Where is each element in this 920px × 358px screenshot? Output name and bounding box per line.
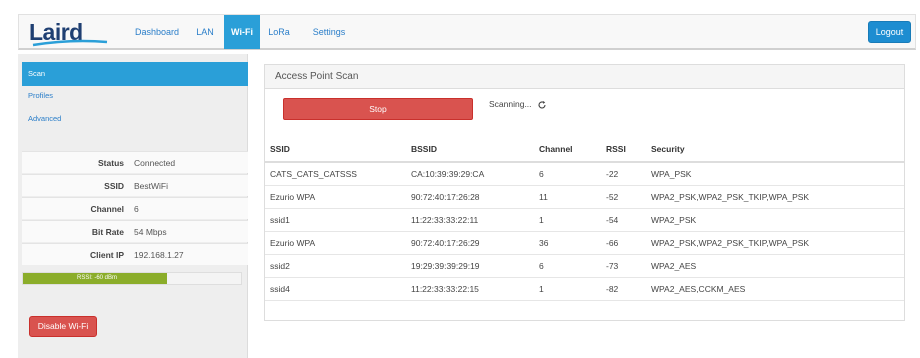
rssi-label: RSSI: -60 dBm xyxy=(76,275,117,281)
sidebar-item-advanced[interactable]: Advanced xyxy=(22,109,248,129)
cell-bssid: 90:72:40:17:26:28 xyxy=(411,185,539,209)
bitrate-label: Bit Rate xyxy=(91,227,124,237)
scanning-text: Scanning... xyxy=(489,99,532,109)
sidebar-item-scan[interactable]: Scan xyxy=(22,62,248,86)
cell-security: WPA2_AES,CCKM_AES xyxy=(651,277,904,301)
cell-security: WPA_PSK xyxy=(651,162,904,186)
bitrate-value: 54 Mbps xyxy=(134,227,167,237)
status-value: Connected xyxy=(134,158,176,168)
ssid-row: SSID BestWiFi xyxy=(22,174,248,196)
sidebar: Scan Profiles Advanced Status Connected … xyxy=(18,54,248,358)
panel-title: Access Point Scan xyxy=(265,65,904,89)
sidebar-item-profiles[interactable]: Profiles xyxy=(22,86,248,106)
logout-button[interactable]: Logout xyxy=(868,21,911,43)
channel-label: Channel xyxy=(90,204,124,214)
access-point-scan-panel: Access Point Scan Stop Scanning... SSID … xyxy=(264,64,905,321)
cell-ssid: ssid1 xyxy=(265,208,411,232)
channel-row: Channel 6 xyxy=(22,197,248,219)
table-row[interactable]: ssid4 11:22:33:33:22:15 1 -82 WPA2_AES,C… xyxy=(265,277,904,301)
scan-results-table: SSID BSSID Channel RSSI Security CATS_CA… xyxy=(265,137,904,301)
top-navbar: Laird Dashboard LAN Wi-Fi LoRa Settings … xyxy=(18,14,916,50)
bitrate-row: Bit Rate 54 Mbps xyxy=(22,220,248,242)
stop-scan-button[interactable]: Stop xyxy=(283,98,473,120)
cell-bssid: 11:22:33:33:22:11 xyxy=(411,208,539,232)
header-rssi[interactable]: RSSI xyxy=(606,137,651,163)
status-row: Status Connected xyxy=(22,151,248,173)
cell-bssid: 90:72:40:17:26:29 xyxy=(411,231,539,255)
cell-channel: 6 xyxy=(539,162,606,186)
cell-bssid: CA:10:39:39:29:CA xyxy=(411,162,539,186)
channel-value: 6 xyxy=(134,204,139,214)
logo-swoosh-icon xyxy=(32,39,108,47)
nav-settings[interactable]: Settings xyxy=(309,15,349,49)
table-row[interactable]: CATS_CATS_CATSSS CA:10:39:39:29:CA 6 -22… xyxy=(265,162,904,186)
nav-lora[interactable]: LoRa xyxy=(264,15,294,49)
cell-channel: 1 xyxy=(539,208,606,232)
header-ssid[interactable]: SSID xyxy=(265,137,411,163)
rssi-progress-bar: RSSI: -60 dBm xyxy=(22,272,242,285)
cell-rssi: -73 xyxy=(606,254,651,278)
cell-rssi: -54 xyxy=(606,208,651,232)
header-bssid[interactable]: BSSID xyxy=(411,137,539,163)
cell-rssi: -22 xyxy=(606,162,651,186)
status-label: Status xyxy=(98,158,124,168)
scanning-status: Scanning... xyxy=(489,99,547,110)
nav-dashboard[interactable]: Dashboard xyxy=(131,15,183,49)
cell-bssid: 11:22:33:33:22:15 xyxy=(411,277,539,301)
table-row[interactable]: Ezurio WPA 90:72:40:17:26:29 36 -66 WPA2… xyxy=(265,231,904,255)
client-ip-label: Client IP xyxy=(89,250,124,260)
header-security[interactable]: Security xyxy=(651,137,904,163)
cell-channel: 1 xyxy=(539,277,606,301)
cell-security: WPA2_AES xyxy=(651,254,904,278)
cell-security: WPA2_PSK,WPA2_PSK_TKIP,WPA_PSK xyxy=(651,231,904,255)
cell-ssid: ssid4 xyxy=(265,277,411,301)
cell-channel: 6 xyxy=(539,254,606,278)
disable-wifi-button[interactable]: Disable Wi-Fi xyxy=(29,316,97,337)
nav-lan[interactable]: LAN xyxy=(191,15,219,49)
table-row[interactable]: ssid1 11:22:33:33:22:11 1 -54 WPA2_PSK xyxy=(265,208,904,232)
client-ip-value: 192.168.1.27 xyxy=(134,250,184,260)
ssid-label: SSID xyxy=(104,181,124,191)
client-ip-row: Client IP 192.168.1.27 xyxy=(22,243,248,265)
table-row[interactable]: Ezurio WPA 90:72:40:17:26:28 11 -52 WPA2… xyxy=(265,185,904,209)
refresh-spinner-icon xyxy=(538,100,546,109)
cell-security: WPA2_PSK,WPA2_PSK_TKIP,WPA_PSK xyxy=(651,185,904,209)
cell-channel: 11 xyxy=(539,185,606,209)
ssid-value: BestWiFi xyxy=(134,181,168,191)
table-row[interactable]: ssid2 19:29:39:39:29:19 6 -73 WPA2_AES xyxy=(265,254,904,278)
header-channel[interactable]: Channel xyxy=(539,137,606,163)
cell-bssid: 19:29:39:39:29:19 xyxy=(411,254,539,278)
cell-ssid: CATS_CATS_CATSSS xyxy=(265,162,411,186)
cell-ssid: ssid2 xyxy=(265,254,411,278)
nav-wifi[interactable]: Wi-Fi xyxy=(224,15,260,49)
cell-rssi: -52 xyxy=(606,185,651,209)
table-header-row: SSID BSSID Channel RSSI Security xyxy=(265,137,904,163)
cell-security: WPA2_PSK xyxy=(651,208,904,232)
cell-channel: 36 xyxy=(539,231,606,255)
cell-rssi: -66 xyxy=(606,231,651,255)
cell-ssid: Ezurio WPA xyxy=(265,185,411,209)
cell-rssi: -82 xyxy=(606,277,651,301)
cell-ssid: Ezurio WPA xyxy=(265,231,411,255)
